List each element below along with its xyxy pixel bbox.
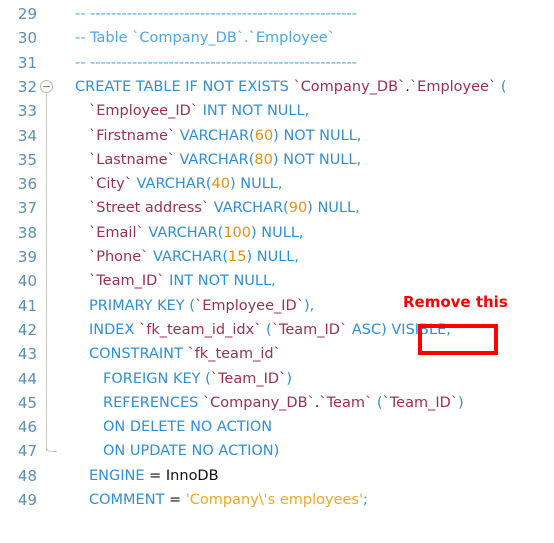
code-token-kw: FOREIGN KEY bbox=[103, 370, 206, 387]
code-line[interactable]: `Lastname` VARCHAR(80) NOT NULL, bbox=[0, 148, 554, 172]
code-token-punc: , bbox=[304, 103, 310, 120]
code-token-kw: NULL bbox=[261, 224, 299, 241]
code-token-ident: `Team` bbox=[319, 394, 373, 411]
code-token-kw: NULL bbox=[240, 176, 278, 193]
code-token-cmt: -- Table `Company_DB`.`Employee` bbox=[75, 30, 335, 47]
code-line[interactable]: -- -------------------------------------… bbox=[0, 51, 554, 75]
code-token-ident: `Team_ID` bbox=[210, 370, 287, 387]
code-token-punc: ( bbox=[500, 78, 507, 95]
code-token-kw: VARCHAR bbox=[153, 249, 223, 265]
annotation-label-remove-this: Remove this bbox=[403, 293, 508, 311]
code-token-punc: , bbox=[356, 127, 362, 144]
code-token-punc: ) bbox=[286, 370, 292, 387]
code-token-kw: PRIMARY KEY bbox=[89, 297, 190, 314]
code-token-punc: , bbox=[294, 249, 299, 265]
code-token-punc: , bbox=[309, 297, 315, 314]
code-token-kw: CREATE TABLE IF NOT EXISTS bbox=[75, 78, 294, 95]
code-token-num: 100 bbox=[223, 224, 251, 241]
code-token-ident: `Street address` bbox=[89, 200, 210, 217]
code-token-num: 60 bbox=[254, 127, 274, 144]
code-line[interactable]: ON DELETE NO ACTION bbox=[0, 415, 554, 439]
code-token-num: 40 bbox=[211, 176, 230, 193]
code-token-ident: `Employee` bbox=[409, 78, 497, 95]
code-token-ident: `City` bbox=[89, 176, 132, 193]
code-token-plain: = bbox=[164, 492, 186, 508]
code-token-kw: NOT NULL bbox=[283, 151, 357, 168]
code-token-punc: ; bbox=[362, 492, 368, 508]
code-token-ident: `Employee_ID` bbox=[89, 103, 199, 120]
code-token-kw: VARCHAR bbox=[179, 127, 250, 144]
code-token-kw: NOT NULL bbox=[283, 127, 357, 144]
code-token-kw: ON UPDATE NO ACTION bbox=[103, 443, 274, 460]
code-token-kw: COMMENT bbox=[89, 492, 165, 508]
code-token-kw: CONSTRAINT bbox=[89, 346, 188, 363]
code-line[interactable]: -- -------------------------------------… bbox=[0, 2, 554, 26]
code-token-num: 80 bbox=[254, 151, 273, 168]
code-line[interactable]: `Employee_ID` INT NOT NULL, bbox=[0, 99, 554, 123]
code-token-punc: ) bbox=[458, 394, 464, 411]
code-line[interactable]: COMMENT = 'Company\'s employees'; bbox=[0, 488, 554, 512]
code-line[interactable]: `Street address` VARCHAR(90) NULL, bbox=[0, 196, 554, 220]
code-token-ident: `Team_ID` bbox=[89, 273, 165, 290]
code-token-ident: `Team_ID` bbox=[382, 394, 459, 411]
code-token-kw: NULL bbox=[317, 200, 356, 217]
code-line[interactable]: `Email` VARCHAR(100) NULL, bbox=[0, 221, 554, 245]
code-token-punc: , bbox=[356, 151, 362, 168]
code-content-area[interactable]: -- -------------------------------------… bbox=[0, 0, 554, 543]
code-token-punc: ) bbox=[273, 443, 280, 460]
code-token-punc: , bbox=[271, 273, 276, 290]
code-token-ident: `Employee_ID` bbox=[194, 297, 304, 314]
code-token-kw: REFERENCES bbox=[103, 394, 203, 411]
code-token-ident: `Email` bbox=[89, 224, 144, 241]
code-token-ident: `Company_DB` bbox=[202, 394, 315, 411]
code-token-ident: `fk_team_id_idx` bbox=[139, 321, 262, 338]
code-token-kw: VARCHAR bbox=[213, 200, 284, 217]
annotation-highlight-box bbox=[418, 324, 498, 355]
code-token-kw: VARCHAR bbox=[179, 151, 249, 168]
code-token-kw: INDEX bbox=[89, 321, 139, 338]
code-token-ident: `Firstname` bbox=[89, 127, 176, 144]
code-token-kw: VARCHAR bbox=[148, 224, 218, 241]
code-token-punc: , bbox=[355, 200, 360, 217]
code-token-punc: , bbox=[298, 224, 304, 241]
code-line[interactable]: CREATE TABLE IF NOT EXISTS `Company_DB`.… bbox=[0, 75, 554, 99]
code-token-cmt: -- -------------------------------------… bbox=[75, 54, 357, 71]
code-line[interactable]: REFERENCES `Company_DB`.`Team` (`Team_ID… bbox=[0, 391, 554, 415]
code-token-plain: = bbox=[144, 467, 166, 484]
code-line[interactable]: `Team_ID` INT NOT NULL, bbox=[0, 269, 554, 293]
code-line[interactable]: ON UPDATE NO ACTION) bbox=[0, 439, 554, 463]
code-token-kw: NULL bbox=[256, 249, 295, 265]
code-token-ident: `Lastname` bbox=[89, 151, 175, 168]
code-token-kw: ASC bbox=[351, 321, 382, 338]
code-token-kw: ON DELETE NO ACTION bbox=[103, 419, 273, 436]
code-token-ident: `Company_DB` bbox=[293, 78, 406, 95]
code-token-cmt: -- -------------------------------------… bbox=[75, 6, 357, 22]
code-line[interactable]: FOREIGN KEY (`Team_ID`) bbox=[0, 367, 554, 391]
code-token-plain: InnoDB bbox=[165, 467, 219, 484]
sql-code-editor[interactable]: 29 30 31 32 33 34 35 36 37 38 39 40 41 42 43 44 45 46 47 48… bbox=[0, 0, 554, 543]
code-line[interactable]: `City` VARCHAR(40) NULL, bbox=[0, 172, 554, 196]
code-token-num: 15 bbox=[228, 249, 247, 265]
code-line[interactable]: `Phone` VARCHAR(15) NULL, bbox=[0, 245, 554, 269]
code-line[interactable]: `Firstname` VARCHAR(60) NOT NULL, bbox=[0, 124, 554, 148]
code-token-kw: INT NOT NULL bbox=[169, 273, 272, 290]
code-token-ident: `Phone` bbox=[89, 249, 149, 265]
code-token-kw: INT NOT NULL bbox=[202, 103, 305, 120]
code-token-ident: `fk_team_id` bbox=[187, 346, 281, 363]
code-token-kw: VARCHAR bbox=[136, 176, 206, 193]
code-line[interactable]: ENGINE = InnoDB bbox=[0, 464, 554, 488]
code-token-num: 90 bbox=[288, 200, 308, 217]
code-token-punc: , bbox=[277, 176, 283, 193]
code-token-kw: ENGINE bbox=[89, 467, 145, 484]
code-line[interactable]: -- Table `Company_DB`.`Employee` bbox=[0, 26, 554, 50]
code-token-str: 'Company\'s employees' bbox=[185, 492, 363, 508]
code-token-ident: `Team_ID` bbox=[271, 321, 348, 338]
